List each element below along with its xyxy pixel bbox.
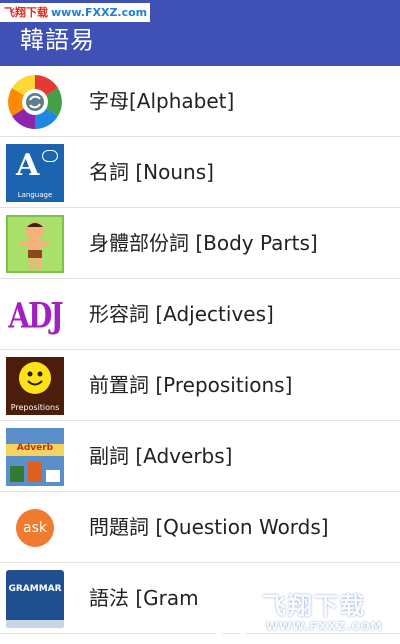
ask-icon-text: ask	[16, 509, 54, 547]
block-shape	[28, 462, 42, 482]
ask-bubble-icon: ask	[6, 499, 64, 557]
grammar-icon-text: GRAMMAR	[8, 584, 62, 594]
list-item-body-parts[interactable]: 身體部份詞 [Body Parts]	[0, 208, 400, 279]
list-item-nouns[interactable]: A Language 名詞 [Nouns]	[0, 137, 400, 208]
list-item-adverbs[interactable]: Adverb 副詞 [Adverbs]	[0, 421, 400, 492]
smiley-face-shape	[19, 362, 51, 394]
list-item-label: 名詞 [Nouns]	[89, 160, 214, 184]
list-item-prepositions[interactable]: Prepositions 前置詞 [Prepositions]	[0, 350, 400, 421]
speech-bubble-shape	[42, 150, 58, 162]
adverb-blocks-icon: Adverb	[6, 428, 64, 486]
list-item-label: 形容詞 [Adjectives]	[89, 302, 274, 326]
category-list: 字母[Alphabet] A Language 名詞 [Nouns] 身體部份詞…	[0, 66, 400, 634]
list-item-alphabet[interactable]: 字母[Alphabet]	[0, 66, 400, 137]
prepositions-icon-caption: Prepositions	[10, 403, 60, 412]
watermark-top-prefix: 飞翔下载	[4, 6, 48, 19]
watermark-top: 飞翔下载 www.FXXZ.com	[0, 3, 150, 22]
body-boy-icon	[6, 215, 64, 273]
list-item-question-words[interactable]: ask 問題詞 [Question Words]	[0, 492, 400, 563]
block-shape	[46, 470, 60, 482]
list-item-label: 語法 [Gram	[89, 586, 199, 610]
alphabet-wheel-icon	[6, 73, 64, 131]
adj-icon-text: ADJ	[8, 294, 63, 336]
list-item-label: 字母[Alphabet]	[89, 89, 235, 113]
adj-text-icon: ADJ	[6, 286, 64, 344]
nouns-language-icon: A Language	[6, 144, 64, 202]
list-item-label: 問題詞 [Question Words]	[89, 515, 329, 539]
nouns-icon-letter: A	[16, 148, 40, 183]
block-shape	[10, 466, 24, 482]
list-item-label: 副詞 [Adverbs]	[89, 444, 233, 468]
grammar-book-icon: GRAMMAR	[6, 570, 64, 628]
list-item-adjectives[interactable]: ADJ 形容詞 [Adjectives]	[0, 279, 400, 350]
book-spine-shape	[6, 620, 64, 628]
list-item-label: 前置詞 [Prepositions]	[89, 373, 293, 397]
smiley-prepositions-icon: Prepositions	[6, 357, 64, 415]
watermark-top-site: www.FXXZ.com	[51, 6, 148, 19]
app-title: 韓語易	[20, 26, 95, 54]
nouns-icon-caption: Language	[17, 191, 53, 199]
list-item-grammar[interactable]: GRAMMAR 語法 [Gram	[0, 563, 400, 634]
adverb-icon-text: Adverb	[16, 443, 54, 453]
list-item-label: 身體部份詞 [Body Parts]	[89, 231, 318, 255]
